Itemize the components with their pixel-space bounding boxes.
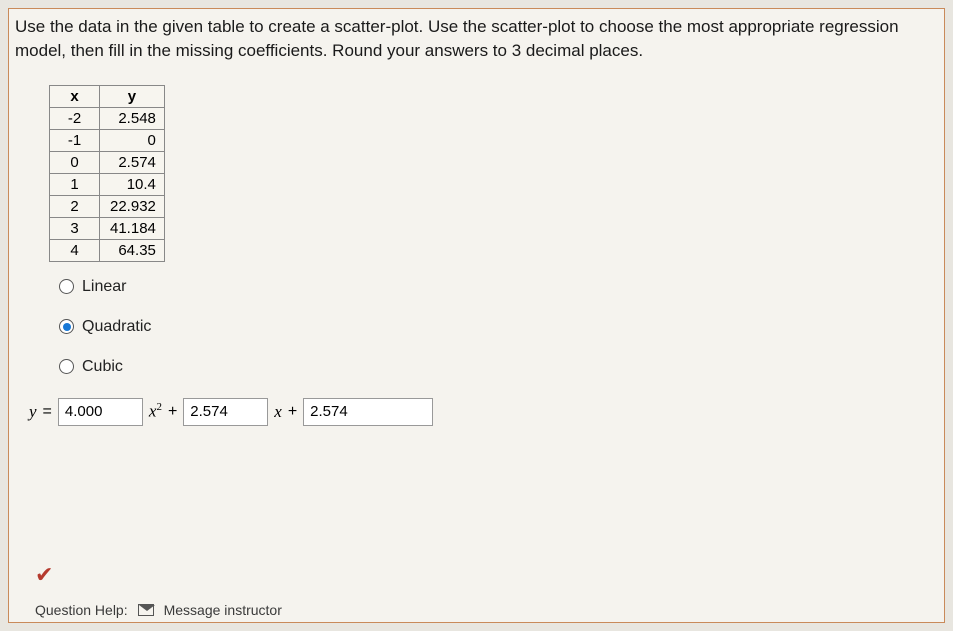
cell-x: 3	[50, 217, 100, 239]
eq-term1: x2	[149, 401, 162, 421]
header-x: x	[50, 85, 100, 107]
radio-icon	[59, 279, 74, 294]
mail-icon	[138, 604, 154, 616]
cell-y: 10.4	[100, 173, 165, 195]
table-row: 2 22.932	[50, 195, 165, 217]
cell-y: 2.574	[100, 151, 165, 173]
message-instructor-link[interactable]: Message instructor	[164, 602, 282, 618]
radio-label: Cubic	[82, 358, 123, 376]
data-table: x y -2 2.548 -1 0 0 2.574 1	[49, 85, 165, 262]
cell-y: 41.184	[100, 217, 165, 239]
cell-y: 22.932	[100, 195, 165, 217]
cell-y: 2.548	[100, 107, 165, 129]
radio-option-cubic[interactable]: Cubic	[59, 358, 914, 376]
cell-x: 1	[50, 173, 100, 195]
cell-x: 2	[50, 195, 100, 217]
cell-x: 4	[50, 239, 100, 261]
radio-icon	[59, 359, 74, 374]
coef-a-input[interactable]: 4.000	[58, 398, 143, 426]
cell-x: -1	[50, 129, 100, 151]
radio-label: Linear	[82, 278, 126, 296]
cell-x: 0	[50, 151, 100, 173]
radio-option-linear[interactable]: Linear	[59, 278, 914, 296]
radio-label: Quadratic	[82, 318, 151, 336]
content-area: x y -2 2.548 -1 0 0 2.574 1	[9, 75, 944, 436]
regression-model-group: Linear Quadratic Cubic	[59, 278, 914, 376]
table-row: 1 10.4	[50, 173, 165, 195]
coef-b-input[interactable]: 2.574	[183, 398, 268, 426]
eq-plus: +	[288, 403, 297, 421]
eq-equals: =	[43, 403, 52, 421]
radio-option-quadratic[interactable]: Quadratic	[59, 318, 914, 336]
eq-lhs: y	[29, 402, 37, 422]
question-help-label: Question Help:	[35, 602, 128, 618]
table-header-row: x y	[50, 85, 165, 107]
question-container: Use the data in the given table to creat…	[8, 8, 945, 623]
cell-y: 0	[100, 129, 165, 151]
equation-row: y = 4.000 x2 + 2.574 x + 2.574	[29, 398, 914, 426]
table-row: -2 2.548	[50, 107, 165, 129]
table-row: 0 2.574	[50, 151, 165, 173]
table-row: 4 64.35	[50, 239, 165, 261]
radio-icon	[59, 319, 74, 334]
eq-exponent: 2	[156, 401, 162, 413]
cell-x: -2	[50, 107, 100, 129]
question-prompt: Use the data in the given table to creat…	[9, 9, 944, 75]
eq-var-x2: x	[274, 402, 282, 422]
cell-y: 64.35	[100, 239, 165, 261]
question-footer: Question Help: Message instructor	[35, 602, 282, 618]
header-y: y	[100, 85, 165, 107]
table-row: -1 0	[50, 129, 165, 151]
table-row: 3 41.184	[50, 217, 165, 239]
eq-plus: +	[168, 403, 177, 421]
coef-c-input[interactable]: 2.574	[303, 398, 433, 426]
checkmark-icon: ✔	[35, 562, 53, 588]
